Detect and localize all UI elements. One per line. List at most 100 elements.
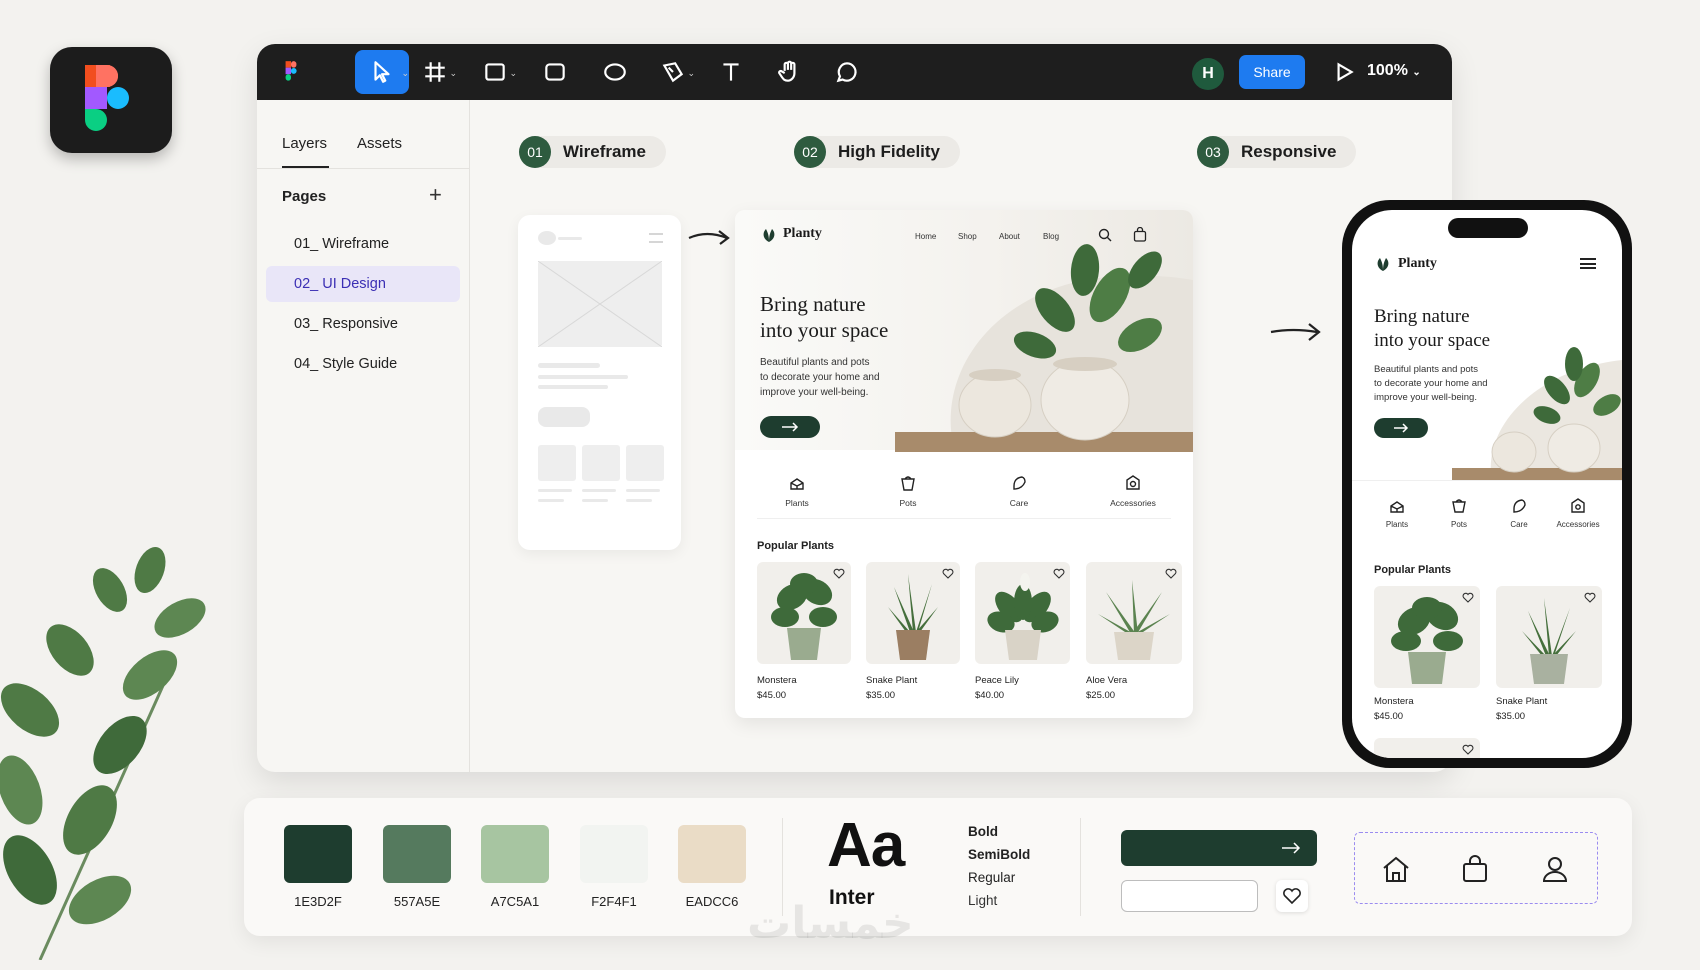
chevron-down-icon[interactable]: ⌄: [687, 68, 695, 79]
product-price: $45.00: [757, 690, 787, 701]
chevron-down-icon[interactable]: ⌄: [449, 68, 457, 79]
menu-icon[interactable]: [1580, 258, 1596, 269]
color-label: A7C5A1: [490, 894, 540, 909]
category-care[interactable]: Care: [1504, 498, 1534, 529]
category-plants[interactable]: Plants: [781, 474, 813, 508]
product-name: Monstera: [1374, 696, 1414, 707]
accessories-icon: [1571, 498, 1585, 513]
heart-icon[interactable]: [1584, 592, 1596, 603]
hero-plant-image: [1452, 347, 1622, 480]
pages-heading: Pages: [282, 188, 327, 205]
page-item-responsive[interactable]: 03_ Responsive: [266, 306, 460, 342]
pen-tool-icon[interactable]: ⌄: [651, 50, 695, 94]
product-card-monstera[interactable]: Monstera $45.00: [757, 562, 851, 702]
input-field-sample[interactable]: [1121, 880, 1258, 912]
product-card-snake-plant[interactable]: Snake Plant $35.00: [1496, 586, 1602, 726]
wireframe-line: [538, 363, 600, 368]
tab-layers[interactable]: Layers: [282, 135, 327, 152]
page-item-ui-design[interactable]: 02_ UI Design: [266, 266, 460, 302]
heart-icon[interactable]: [1053, 568, 1065, 579]
heart-icon[interactable]: [1462, 744, 1474, 755]
zoom-dropdown[interactable]: 100% ⌄: [1367, 62, 1421, 80]
page-item-style-guide[interactable]: 04_ Style Guide: [266, 346, 460, 382]
figma-menu-icon[interactable]: [269, 50, 313, 94]
color-label: 557A5E: [393, 894, 441, 909]
wireframe-frame[interactable]: [518, 215, 681, 550]
product-card-aloe-vera[interactable]: Aloe Vera $25.00: [1086, 562, 1182, 702]
add-page-icon[interactable]: +: [429, 182, 442, 208]
comment-tool-icon[interactable]: [825, 50, 869, 94]
leaf-logo-icon: [763, 229, 775, 242]
flow-arrow-icon: [687, 224, 733, 253]
chevron-down-icon[interactable]: ⌄: [509, 68, 517, 79]
color-swatch[interactable]: [678, 825, 746, 883]
product-price: $45.00: [1374, 711, 1404, 722]
category-label: Plants: [1385, 520, 1409, 529]
icon-set-component[interactable]: [1354, 832, 1598, 904]
category-plants[interactable]: Plants: [1382, 498, 1412, 529]
heart-icon[interactable]: [942, 568, 954, 579]
page-item-wireframe[interactable]: 01_ Wireframe: [266, 226, 460, 262]
nav-about[interactable]: About: [999, 232, 1020, 241]
primary-button-sample[interactable]: [1121, 830, 1317, 866]
tab-assets[interactable]: Assets: [357, 135, 402, 152]
product-card-monstera[interactable]: Monstera $45.00: [1374, 586, 1480, 726]
divider: [1080, 818, 1081, 916]
category-accessories[interactable]: Accessories: [1550, 498, 1606, 529]
color-swatch[interactable]: [481, 825, 549, 883]
category-pots[interactable]: Pots: [892, 474, 924, 508]
wireframe-card: [626, 445, 664, 481]
chevron-down-icon[interactable]: ⌄: [401, 68, 409, 79]
type-sample: Aa: [827, 811, 905, 880]
nav-home[interactable]: Home: [915, 232, 936, 241]
color-swatch[interactable]: [284, 825, 352, 883]
play-icon[interactable]: [1322, 50, 1366, 94]
wireframe-line: [538, 489, 572, 492]
accessories-icon: [1126, 475, 1140, 490]
wireframe-line: [538, 499, 564, 502]
wireframe-card: [582, 445, 620, 481]
share-button[interactable]: Share: [1239, 55, 1305, 89]
category-accessories[interactable]: Accessories: [1103, 474, 1163, 508]
wireframe-line: [582, 499, 608, 502]
color-swatch[interactable]: [580, 825, 648, 883]
product-name: Aloe Vera: [1086, 675, 1128, 686]
product-card-snake-plant[interactable]: Snake Plant $35.00: [866, 562, 960, 702]
nav-shop[interactable]: Shop: [958, 232, 977, 241]
arrow-right-icon: [1394, 423, 1409, 433]
user-avatar[interactable]: H: [1192, 58, 1224, 90]
hero-cta-button[interactable]: [760, 416, 820, 438]
watermark: خمسات: [747, 898, 914, 949]
category-label: Accessories: [1556, 520, 1600, 529]
heart-icon[interactable]: [833, 568, 845, 579]
arrow-right-icon: [1282, 842, 1301, 854]
ellipse-tool-icon[interactable]: [593, 50, 637, 94]
hero-text-line-3: improve your well-being.: [1374, 392, 1477, 403]
search-icon[interactable]: [1098, 228, 1112, 242]
font-weight-regular: Regular: [968, 870, 1016, 885]
move-tool-icon[interactable]: ⌄: [355, 50, 409, 94]
color-swatch[interactable]: [383, 825, 451, 883]
section-tool-icon[interactable]: ⌄: [473, 50, 517, 94]
mobile-design-frame[interactable]: Planty Bring nature into your space Beau…: [1342, 200, 1632, 768]
hero-cta-button[interactable]: [1374, 418, 1428, 438]
category-label: Care: [1009, 498, 1029, 508]
shopping-bag-icon[interactable]: [1133, 227, 1147, 242]
favorite-button-sample[interactable]: [1276, 880, 1308, 912]
font-weight-bold: Bold: [968, 824, 998, 839]
desktop-design-frame[interactable]: Planty Home Shop About Blog Bring nature…: [735, 210, 1193, 718]
heart-icon[interactable]: [1462, 592, 1474, 603]
wireframe-logo: [538, 231, 556, 245]
wireframe-line: [626, 489, 660, 492]
product-card-peace-lily[interactable]: Peace Lily $40.00: [975, 562, 1070, 702]
text-tool-icon[interactable]: [709, 50, 753, 94]
frame-tool-icon[interactable]: ⌄: [413, 50, 457, 94]
category-pots[interactable]: Pots: [1444, 498, 1474, 529]
heart-icon[interactable]: [1165, 568, 1177, 579]
hand-tool-icon[interactable]: [767, 50, 811, 94]
category-care[interactable]: Care: [1003, 474, 1035, 508]
nav-blog[interactable]: Blog: [1043, 232, 1059, 241]
product-price: $35.00: [1496, 711, 1526, 722]
rectangle-tool-icon[interactable]: [533, 50, 577, 94]
active-tab-indicator: [282, 166, 329, 168]
